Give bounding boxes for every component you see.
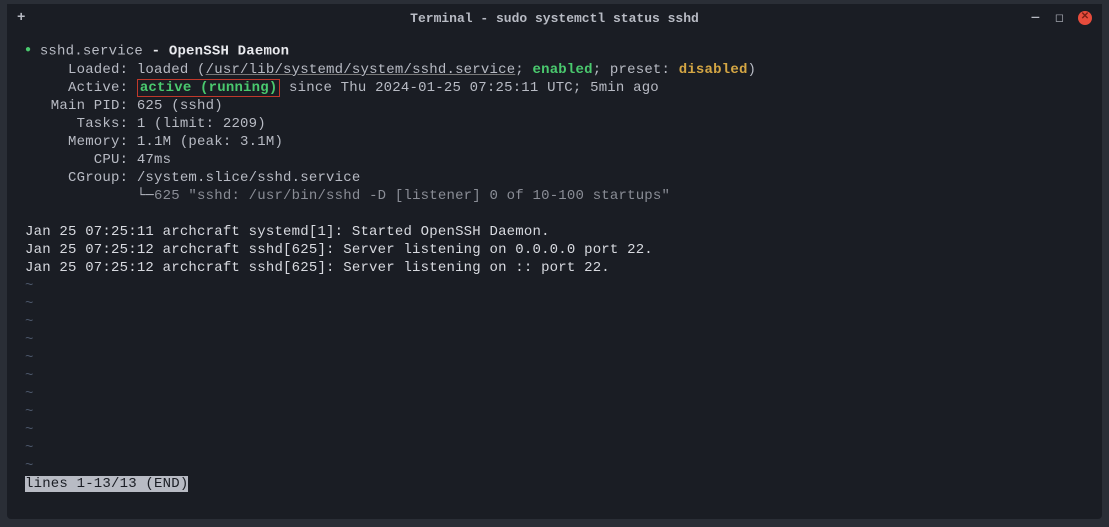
close-x: ✕ <box>1081 13 1089 23</box>
pid-label: Main PID: <box>25 98 137 114</box>
cgroup-label: CGroup: <box>25 170 137 186</box>
log-line-1: Jan 25 07:25:11 archcraft systemd[1]: St… <box>25 224 550 240</box>
titlebar: + Terminal - sudo systemctl status sshd … <box>7 4 1102 32</box>
tasks-value: 1 (limit: 2209) <box>137 116 266 132</box>
active-since: since Thu 2024-01-25 07:25:11 UTC; 5min … <box>280 80 658 96</box>
loaded-prefix: loaded ( <box>137 62 206 78</box>
tilde-line: ~ <box>25 404 34 420</box>
loaded-sep1: ; <box>515 62 532 78</box>
cgroup-tree: └─ <box>25 188 154 204</box>
tilde-line: ~ <box>25 296 34 312</box>
memory-label: Memory: <box>25 134 137 150</box>
tilde-line: ~ <box>25 440 34 456</box>
tilde-line: ~ <box>25 422 34 438</box>
cgroup-proc: 625 "sshd: /usr/bin/sshd -D [listener] 0… <box>154 188 670 204</box>
service-sep: - <box>143 44 169 60</box>
minimize-icon[interactable]: – <box>1030 9 1041 27</box>
window-title: Terminal - sudo systemctl status sshd <box>410 11 699 26</box>
close-icon[interactable]: ✕ <box>1078 11 1092 25</box>
enabled-text: enabled <box>533 62 593 78</box>
cgroup-value: /system.slice/sshd.service <box>137 170 361 186</box>
cpu-label: CPU: <box>25 152 137 168</box>
active-state: active (running) <box>140 80 278 96</box>
terminal-content[interactable]: ● sshd.service - OpenSSH Daemon Loaded: … <box>7 32 1102 519</box>
cpu-value: 47ms <box>137 152 171 168</box>
tilde-line: ~ <box>25 278 34 294</box>
tilde-line: ~ <box>25 314 34 330</box>
tasks-label: Tasks: <box>25 116 137 132</box>
tilde-line: ~ <box>25 350 34 366</box>
service-desc: OpenSSH Daemon <box>169 44 289 60</box>
tilde-line: ~ <box>25 458 34 474</box>
active-label: Active: <box>25 80 137 96</box>
service-name-text: sshd.service <box>40 44 143 60</box>
pid-value: 625 (sshd) <box>137 98 223 114</box>
pager-status: lines 1-13/13 (END) <box>25 476 188 492</box>
disabled-text: disabled <box>679 62 748 78</box>
service-name <box>31 44 40 60</box>
window-controls: – ◻ ✕ <box>1030 9 1092 27</box>
tilde-line: ~ <box>25 368 34 384</box>
log-line-2: Jan 25 07:25:12 archcraft sshd[625]: Ser… <box>25 242 653 258</box>
loaded-sep2: ; preset: <box>593 62 679 78</box>
log-line-3: Jan 25 07:25:12 archcraft sshd[625]: Ser… <box>25 260 610 276</box>
tilde-line: ~ <box>25 332 34 348</box>
tilde-line: ~ <box>25 386 34 402</box>
titlebar-left: + <box>17 10 25 26</box>
memory-value: 1.1M (peak: 3.1M) <box>137 134 283 150</box>
new-tab-icon[interactable]: + <box>17 10 25 26</box>
loaded-close: ) <box>748 62 757 78</box>
highlight-box: active (running) <box>137 79 281 97</box>
maximize-icon[interactable]: ◻ <box>1055 11 1064 25</box>
loaded-path: /usr/lib/systemd/system/sshd.service <box>206 62 516 78</box>
terminal-window: + Terminal - sudo systemctl status sshd … <box>7 4 1102 519</box>
loaded-label: Loaded: <box>25 62 137 78</box>
